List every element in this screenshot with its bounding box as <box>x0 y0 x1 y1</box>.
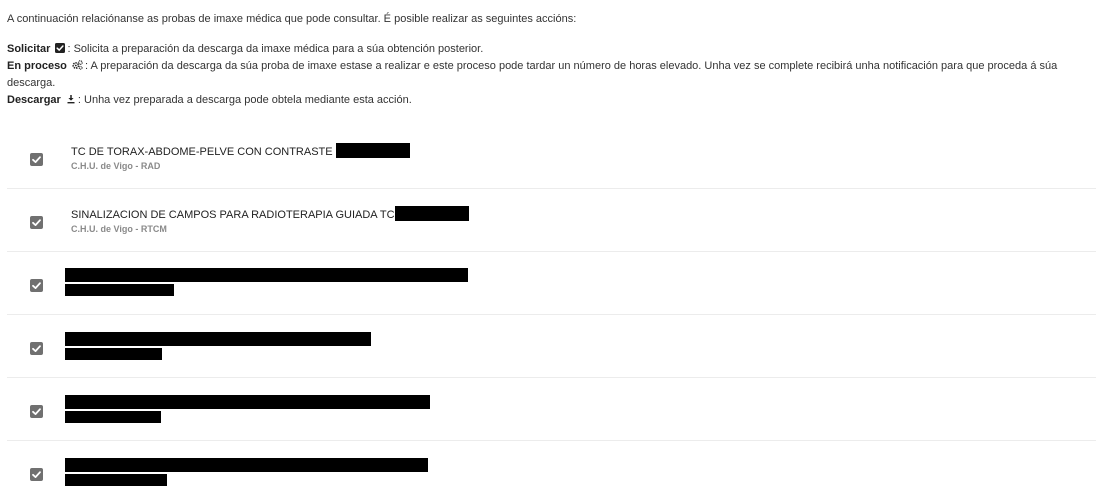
request-checkbox[interactable] <box>30 405 43 418</box>
study-item: SINALIZACION DE CAMPOS PARA RADIOTERAPIA… <box>7 189 1096 252</box>
study-title: SINALIZACION DE CAMPOS PARA RADIOTERAPIA… <box>71 206 469 222</box>
redacted-title <box>65 268 468 282</box>
legend-descargar: Descargar : Unha vez preparada a descarg… <box>7 92 1093 109</box>
request-checkbox[interactable] <box>30 342 43 355</box>
study-item: TC DE TORAX-ABDOME-PELVE CON CONTRASTE C… <box>7 126 1096 189</box>
download-icon <box>66 94 76 104</box>
study-subtitle: C.H.U. de Vigo - RAD <box>71 161 161 171</box>
imaging-study-list: TC DE TORAX-ABDOME-PELVE CON CONTRASTE C… <box>7 126 1096 504</box>
study-subtitle: C.H.U. de Vigo - RTCM <box>71 224 167 234</box>
legend-descargar-text: : Unha vez preparada a descarga pode obt… <box>77 94 412 106</box>
redacted-title <box>65 395 430 409</box>
redaction-bar <box>335 143 410 158</box>
study-item-redacted <box>7 378 1096 441</box>
study-item-redacted <box>7 252 1096 315</box>
request-checkbox[interactable] <box>30 279 43 292</box>
redacted-subtitle <box>65 284 174 296</box>
redaction-bar <box>394 206 469 221</box>
request-checkbox[interactable] <box>30 153 43 166</box>
legend-en-proceso: En proceso : A preparación da descarga d… <box>7 58 1093 92</box>
request-checkbox[interactable] <box>30 216 43 229</box>
study-item-redacted <box>7 315 1096 378</box>
redacted-subtitle <box>65 474 167 486</box>
legend-solicitar: Solicitar : Solicita a preparación da de… <box>7 41 1093 58</box>
gears-icon <box>72 60 83 70</box>
study-title: TC DE TORAX-ABDOME-PELVE CON CONTRASTE <box>71 143 410 159</box>
legend-descargar-label: Descargar <box>7 94 61 106</box>
study-title-text: TC DE TORAX-ABDOME-PELVE CON CONTRASTE <box>71 146 333 158</box>
checkbox-icon <box>55 43 66 53</box>
legend-solicitar-text: : Solicita a preparación da descarga da … <box>67 43 484 55</box>
legend-en-proceso-label: En proceso <box>7 60 67 72</box>
redacted-title <box>65 458 428 472</box>
study-item-redacted <box>7 441 1096 504</box>
actions-legend: Solicitar : Solicita a preparación da de… <box>7 41 1093 109</box>
intro-text: A continuación relaciónanse as probas de… <box>7 13 577 25</box>
study-title-text: SINALIZACION DE CAMPOS PARA RADIOTERAPIA… <box>71 209 395 221</box>
redacted-subtitle <box>65 348 162 360</box>
legend-solicitar-label: Solicitar <box>7 43 51 55</box>
request-checkbox[interactable] <box>30 468 43 481</box>
redacted-subtitle <box>65 411 161 423</box>
redacted-title <box>65 332 371 346</box>
legend-en-proceso-text: : A preparación da descarga da súa proba… <box>7 60 1058 89</box>
